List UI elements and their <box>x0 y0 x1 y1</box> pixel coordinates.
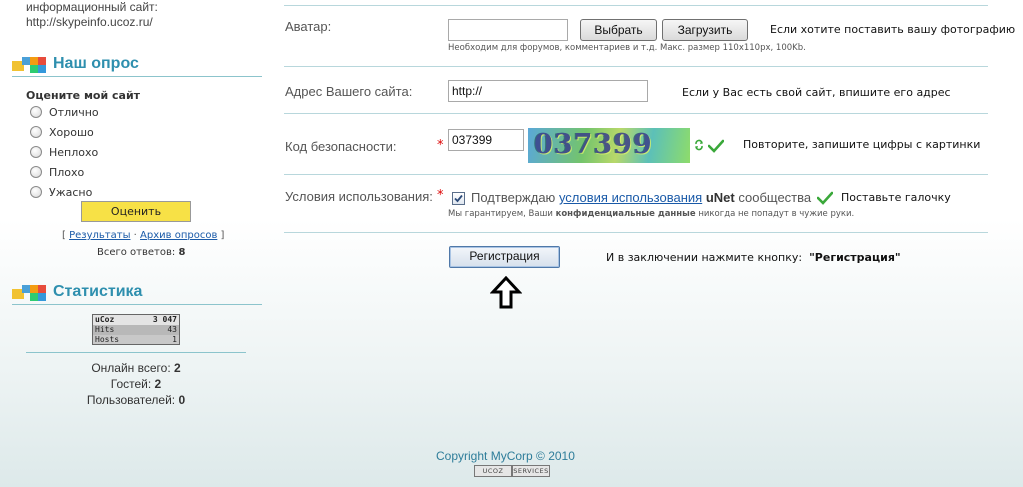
captcha-image: 037399 <box>528 128 690 163</box>
poll-option-label: Ужасно <box>49 185 93 199</box>
stats-title: Статистика <box>53 283 143 300</box>
stats-block-title: Статистика <box>12 283 262 305</box>
poll-option-label: Отлично <box>49 105 99 119</box>
avatar-label: Аватар: <box>285 19 332 34</box>
captcha-digits: 037399 <box>534 129 653 160</box>
website-hint: Если у Вас есть свой сайт, впишите его а… <box>682 86 951 99</box>
counter-hosts: 1 <box>172 335 177 344</box>
divider <box>284 174 988 175</box>
stat-online-label: Онлайн всего: <box>91 361 171 375</box>
refresh-captcha-icon[interactable] <box>694 139 704 151</box>
poll-links: [ Результаты · Архив опросов ] <box>62 230 224 241</box>
ucoz-counter[interactable]: uCoz 3 047 Hits 43 Hosts 1 <box>92 314 180 345</box>
stat-users: Пользователей: 0 <box>26 393 246 407</box>
poll-option-label: Хорошо <box>49 125 94 139</box>
website-label: Адрес Вашего сайта: <box>285 84 413 99</box>
site-url: http://skypeinfo.ucoz.ru/ <box>26 15 153 29</box>
stat-online: Онлайн всего: 2 <box>26 361 246 375</box>
submit-hint-text: И в заключении нажмите кнопку: <box>606 251 803 264</box>
counter-hits: 43 <box>167 325 177 334</box>
poll-results-link[interactable]: Результаты <box>69 230 130 241</box>
colored-squares-logo-icon <box>12 57 48 73</box>
badge-right: SERVICES <box>512 465 550 477</box>
check-icon <box>816 191 834 205</box>
ucoz-services-badge[interactable]: UCOZ SERVICES <box>474 465 550 477</box>
poll-option-label: Неплохо <box>49 145 99 159</box>
poll-total-value: 8 <box>178 247 186 258</box>
poll-question: Оцените мой сайт <box>26 89 141 102</box>
terms-link[interactable]: условия использования <box>559 190 702 205</box>
poll-block-title: Наш опрос <box>12 55 262 77</box>
radio-button[interactable] <box>30 126 42 138</box>
counter-total: 3 047 <box>152 315 177 324</box>
avatar-file-input[interactable] <box>448 19 568 41</box>
colored-squares-logo-icon <box>12 285 48 301</box>
divider <box>284 232 988 233</box>
poll-total: Всего ответов: 8 <box>97 247 185 258</box>
poll-option[interactable]: Отлично <box>30 104 99 120</box>
poll-total-label: Всего ответов: <box>97 247 176 258</box>
divider <box>284 5 988 6</box>
radio-button[interactable] <box>30 186 42 198</box>
terms-note: Мы гарантируем, Ваши конфиденциальные да… <box>448 209 854 219</box>
submit-hint-button-name: "Регистрация" <box>809 251 901 264</box>
terms-checkbox[interactable] <box>452 192 465 205</box>
divider <box>26 352 246 353</box>
terms-prefix: Подтверждаю <box>471 190 556 205</box>
terms-note-bold: конфиденциальные данные <box>555 209 696 219</box>
poll-option[interactable]: Ужасно <box>30 184 92 200</box>
stat-users-label: Пользователей: <box>86 393 176 407</box>
avatar-hint: Если хотите поставить вашу фотографию <box>770 23 1016 36</box>
stat-online-value: 2 <box>174 361 181 375</box>
poll-archive-link[interactable]: Архив опросов <box>140 230 217 241</box>
poll-title: Наш опрос <box>53 55 139 72</box>
avatar-note: Необходим для форумов, комментариев и т.… <box>448 43 806 53</box>
poll-option-label: Плохо <box>49 165 85 179</box>
check-icon <box>707 139 725 153</box>
separator: · <box>133 230 137 241</box>
checkmark-icon <box>454 194 463 203</box>
counter-hits-label: Hits <box>95 325 115 334</box>
terms-note-suffix: никогда не попадут в чужие руки. <box>698 209 855 219</box>
submit-hint: И в заключении нажмите кнопку: "Регистра… <box>606 251 901 264</box>
counter-brand: uCoz <box>95 315 115 324</box>
counter-hosts-label: Hosts <box>95 335 120 344</box>
divider <box>284 66 988 67</box>
copyright: Copyright MyCorp © 2010 <box>436 449 575 463</box>
terms-brand: uNet <box>705 190 735 205</box>
divider <box>284 113 988 114</box>
stat-guests-value: 2 <box>154 377 162 391</box>
radio-button[interactable] <box>30 166 42 178</box>
stat-guests-label: Гостей: <box>110 377 152 391</box>
security-code-input[interactable]: 037399 <box>448 129 524 151</box>
terms-suffix: сообщества <box>738 190 812 205</box>
stat-guests: Гостей: 2 <box>26 377 246 391</box>
poll-option[interactable]: Хорошо <box>30 124 94 140</box>
required-mark: * <box>437 138 444 153</box>
radio-button[interactable] <box>30 106 42 118</box>
poll-option[interactable]: Неплохо <box>30 144 98 160</box>
bracket: [ <box>62 230 66 241</box>
security-hint: Повторите, запишите цифры с картинки <box>743 138 981 151</box>
terms-hint: Поставьте галочку <box>841 191 951 204</box>
upload-button[interactable]: Загрузить <box>662 19 748 41</box>
terms-text: Подтверждаю условия использования uNet с… <box>471 190 811 205</box>
radio-button[interactable] <box>30 146 42 158</box>
arrow-up-icon <box>489 275 523 310</box>
required-mark: * <box>437 188 444 203</box>
poll-option[interactable]: Плохо <box>30 164 84 180</box>
terms-note-prefix: Мы гарантируем, Ваши <box>448 209 553 219</box>
website-input[interactable]: http:// <box>448 80 648 102</box>
terms-label: Условия использования: <box>285 189 433 204</box>
bracket: ] <box>220 230 225 241</box>
stat-users-value: 0 <box>178 393 186 407</box>
badge-left: UCOZ <box>474 465 512 477</box>
browse-button[interactable]: Выбрать <box>580 19 657 41</box>
register-button[interactable]: Регистрация <box>449 246 560 268</box>
vote-button[interactable]: Оценить <box>81 201 191 222</box>
site-description: информационный сайт: <box>26 0 158 14</box>
security-label: Код безопасности: <box>285 139 397 154</box>
